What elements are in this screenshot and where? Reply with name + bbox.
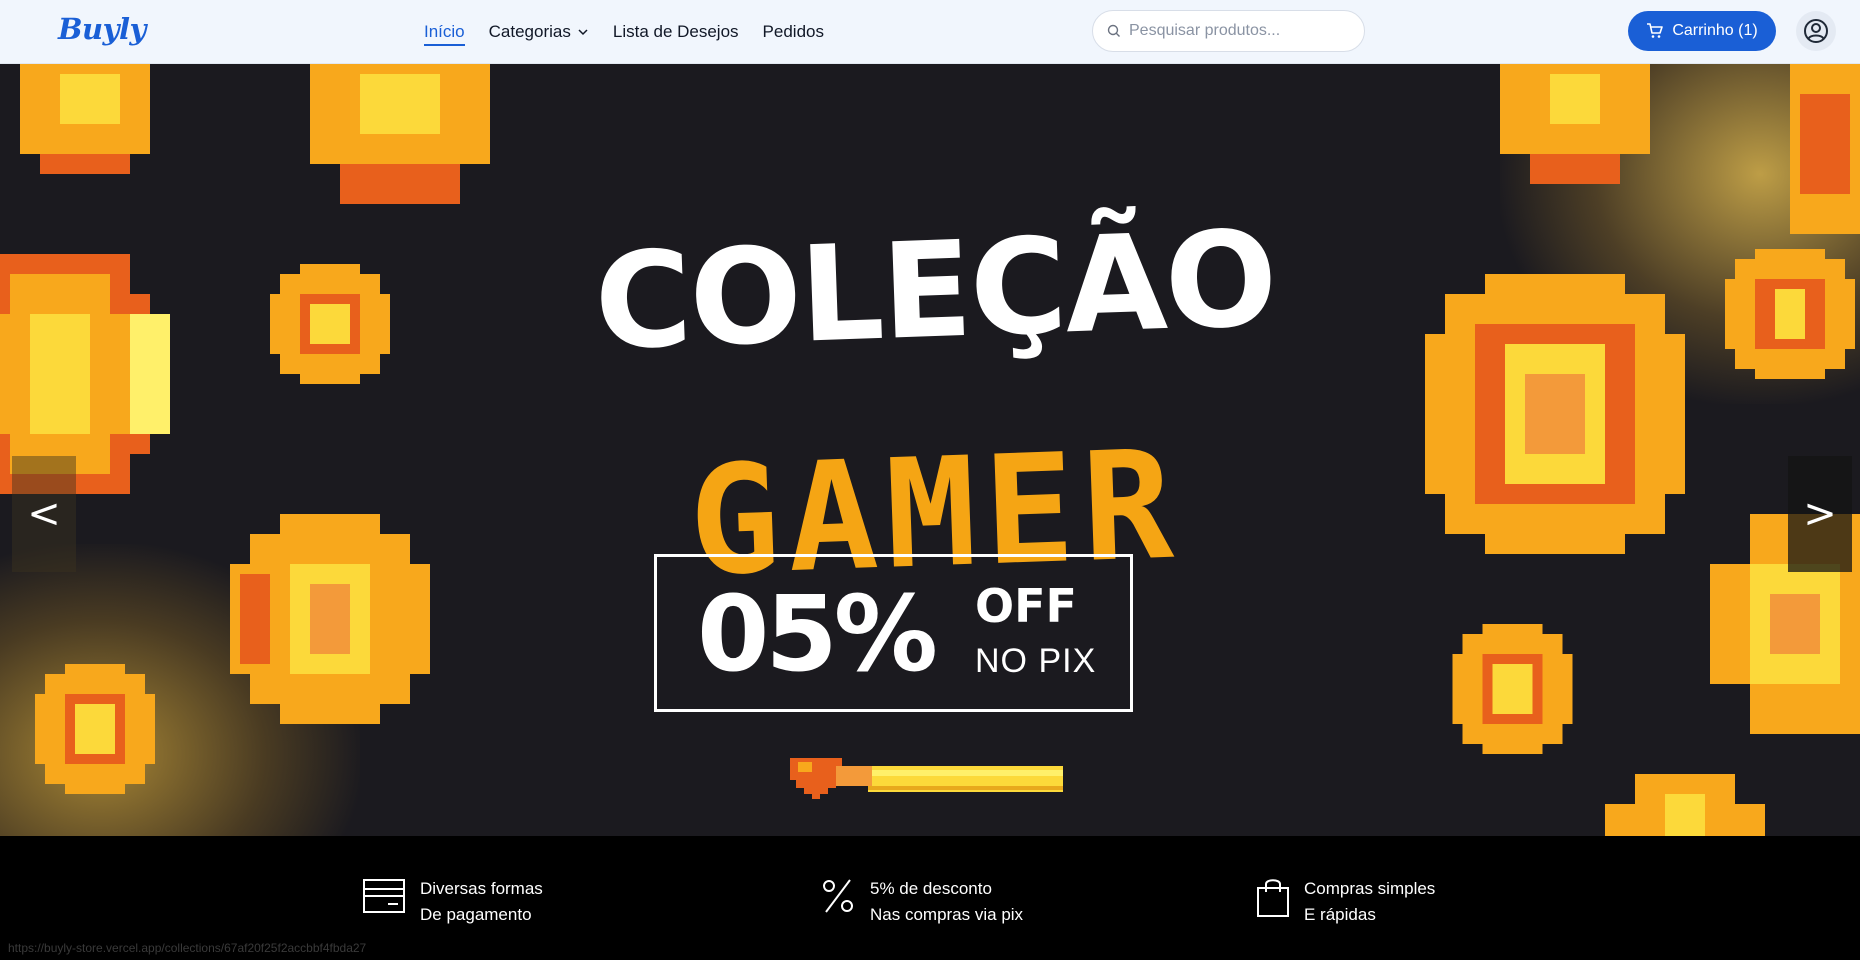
cart-button[interactable]: Carrinho (1): [1628, 11, 1776, 51]
search-box: [1092, 10, 1365, 52]
chevron-down-icon: [578, 29, 588, 36]
cart-icon: [1647, 23, 1664, 38]
pixel-coin-icon: [1452, 624, 1573, 754]
feature-discount: 5% de desconto Nas compras via pix: [820, 876, 1023, 928]
nav-inicio-label: Início: [424, 22, 465, 41]
discount-percent: 05%: [697, 573, 938, 695]
pixel-heart-bar-icon: [790, 758, 1063, 799]
banner-title-colecao: COLEÇÃO: [592, 202, 1278, 380]
feature-shopping: Compras simples E rápidas: [1256, 876, 1435, 928]
pixel-coin-icon: [1425, 274, 1685, 554]
status-bar-url: https://buyly-store.vercel.app/collectio…: [8, 941, 367, 955]
feature-shopping-line2: E rápidas: [1304, 905, 1376, 924]
hero-banner[interactable]: COLEÇÃO GAMER 05% OFF NO PIX < >: [0, 64, 1860, 836]
nav-categorias-label: Categorias: [488, 22, 571, 41]
nav-inicio[interactable]: Início: [424, 0, 465, 64]
search-icon: [1107, 24, 1120, 37]
discount-off: OFF: [975, 579, 1077, 633]
discount-pix: NO PIX: [975, 642, 1097, 680]
main-nav: Início Categorias Lista de Desejos Pedid…: [424, 0, 824, 64]
percent-icon: [823, 879, 853, 913]
feature-payment-line1: Diversas formas: [420, 879, 543, 898]
cart-label: Carrinho (1): [1672, 22, 1758, 39]
nav-lista-de-desejos[interactable]: Lista de Desejos: [613, 0, 739, 64]
nav-pedidos[interactable]: Pedidos: [763, 0, 824, 64]
user-account-button[interactable]: [1796, 11, 1836, 51]
pixel-coin-icon: [230, 514, 430, 724]
pixel-coin-icon: [1500, 64, 1650, 184]
pixel-coin-icon: [20, 64, 150, 174]
pixel-coin-icon: [1605, 774, 1765, 836]
carousel-next-button[interactable]: >: [1788, 456, 1852, 572]
feature-discount-line1: 5% de desconto: [870, 879, 992, 898]
feature-shopping-line1: Compras simples: [1304, 879, 1436, 898]
nav-wishlist-label: Lista de Desejos: [612, 22, 739, 41]
carousel-prev-button[interactable]: <: [12, 456, 76, 572]
pixel-coin-icon: [270, 264, 390, 384]
discount-box: 05% OFF NO PIX: [654, 554, 1133, 712]
user-icon: [1804, 19, 1828, 43]
feature-discount-line2: Nas compras via pix: [870, 905, 1024, 924]
pixel-coin-icon: [35, 664, 155, 794]
feature-payment-line2: De pagamento: [420, 905, 532, 924]
pixel-coin-icon: [1725, 249, 1855, 379]
search-input[interactable]: [1129, 22, 1339, 40]
feature-payment: Diversas formas De pagamento: [362, 876, 543, 928]
site-header: Buyly Início Categorias Lista de Desejos…: [0, 0, 1860, 64]
pixel-coin-icon: [1790, 64, 1860, 234]
nav-categorias[interactable]: Categorias: [489, 0, 589, 64]
nav-pedidos-label: Pedidos: [762, 22, 824, 41]
store-logo[interactable]: Buyly: [58, 12, 146, 46]
pixel-coin-icon: [310, 64, 490, 204]
shopping-bag-icon: [1257, 879, 1289, 917]
credit-card-icon: [363, 879, 405, 913]
